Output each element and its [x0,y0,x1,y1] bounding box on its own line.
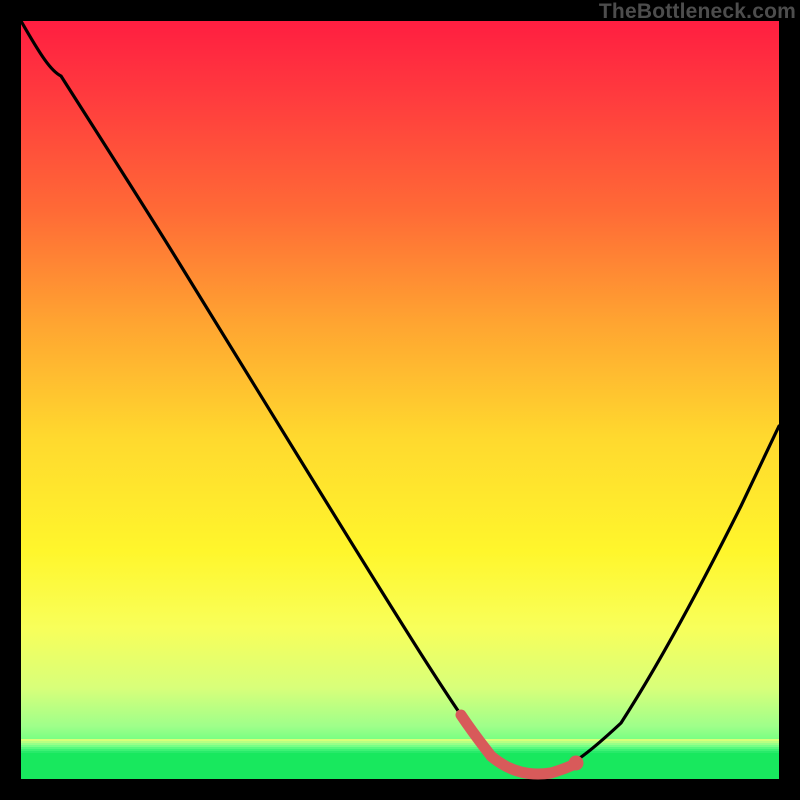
optimal-point-dot [569,756,584,771]
bottleneck-curve [21,21,779,774]
optimal-range-highlight [461,715,575,774]
chart-svg [21,21,779,779]
watermark-text: TheBottleneck.com [599,0,796,24]
chart-frame [21,21,779,779]
